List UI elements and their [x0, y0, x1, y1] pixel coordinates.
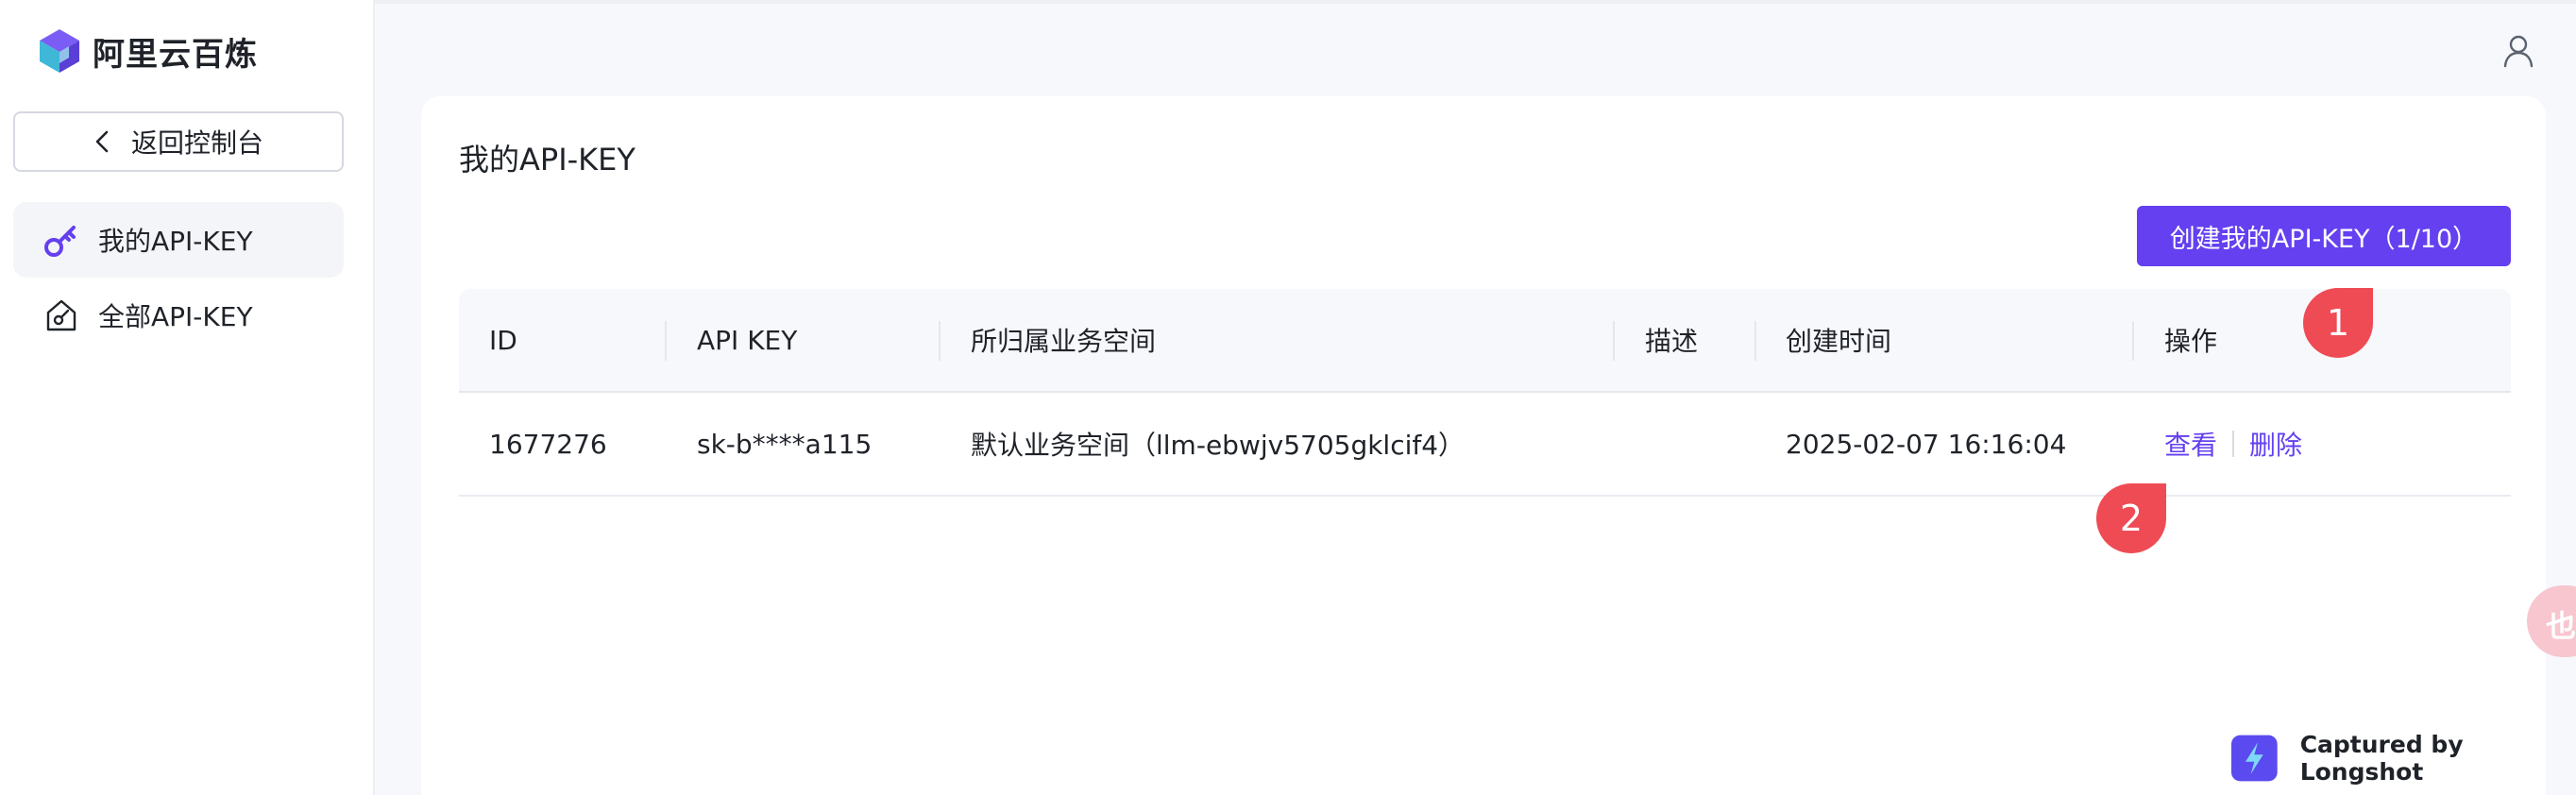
back-button-label: 返回控制台 — [130, 127, 263, 159]
delete-link[interactable]: 删除 — [2249, 425, 2302, 463]
longshot-logo-icon — [2231, 735, 2278, 782]
sidebar-item-label: 全部API-KEY — [98, 301, 253, 332]
sidebar-item-label: 我的API-KEY — [98, 226, 253, 257]
table-header: ID API KEY 所归属业务空间 描述 创建时间 操作 — [459, 289, 2511, 393]
key-icon — [44, 226, 76, 257]
annotation-marker-1-label: 1 — [2326, 302, 2350, 344]
column-header-api-key: API KEY — [697, 324, 798, 356]
house-key-icon — [46, 299, 76, 331]
page-title: 我的API-KEY — [459, 142, 636, 178]
column-header-created: 创建时间 — [1786, 326, 1892, 357]
action-divider — [2232, 431, 2235, 457]
cell-created-time: 2025-02-07 16:16:04 — [1786, 428, 2067, 460]
brand-logo[interactable]: 阿里云百炼 — [38, 26, 258, 76]
app-name: 阿里云百炼 — [93, 35, 258, 74]
table-row: 1677276 sk-b****a115 默认业务空间（llm-ebwjv570… — [459, 393, 2511, 497]
column-divider — [665, 321, 667, 361]
user-icon[interactable] — [2502, 34, 2534, 68]
view-link[interactable]: 查看 — [2164, 425, 2217, 463]
column-header-actions: 操作 — [2164, 326, 2218, 357]
column-divider — [1613, 321, 1615, 361]
api-key-card: 我的API-KEY 创建我的API-KEY（1/10） ID API KEY 所… — [421, 96, 2546, 795]
sidebar-item-all-api-key[interactable]: 全部API-KEY — [13, 278, 344, 353]
cell-actions: 查看 删除 — [2164, 393, 2302, 495]
cell-workspace: 默认业务空间（llm-ebwjv5705gklcif4） — [971, 430, 1466, 461]
longshot-watermark: Captured by Longshot — [2231, 731, 2576, 786]
annotation-marker-2-label: 2 — [2119, 498, 2144, 539]
column-divider — [939, 321, 941, 361]
bailian-logo-icon — [40, 29, 79, 73]
sidebar-item-my-api-key[interactable]: 我的API-KEY — [13, 202, 344, 278]
floating-assistant-label: 也A — [2546, 608, 2576, 644]
column-header-description: 描述 — [1645, 326, 1699, 357]
watermark-text: Captured by Longshot — [2299, 731, 2464, 786]
sidebar: 阿里云百炼 返回控制台 我的API-KEY 全部API-KEY — [0, 0, 375, 795]
column-header-id: ID — [489, 324, 517, 356]
column-divider — [2132, 321, 2134, 361]
api-key-table: ID API KEY 所归属业务空间 描述 创建时间 操作 1677276 sk… — [459, 289, 2511, 497]
back-to-console-button[interactable]: 返回控制台 — [13, 111, 344, 172]
cell-api-key: sk-b****a115 — [697, 428, 873, 460]
column-divider — [1754, 321, 1756, 361]
cell-id: 1677276 — [489, 428, 607, 460]
column-header-workspace: 所归属业务空间 — [971, 326, 1157, 357]
top-divider — [375, 0, 2576, 4]
chevron-left-icon — [95, 130, 109, 153]
create-api-key-button[interactable]: 创建我的API-KEY（1/10） — [2137, 206, 2511, 266]
app-root: 阿里云百炼 返回控制台 我的API-KEY 全部API-KEY 我的API-KE… — [0, 0, 2576, 795]
